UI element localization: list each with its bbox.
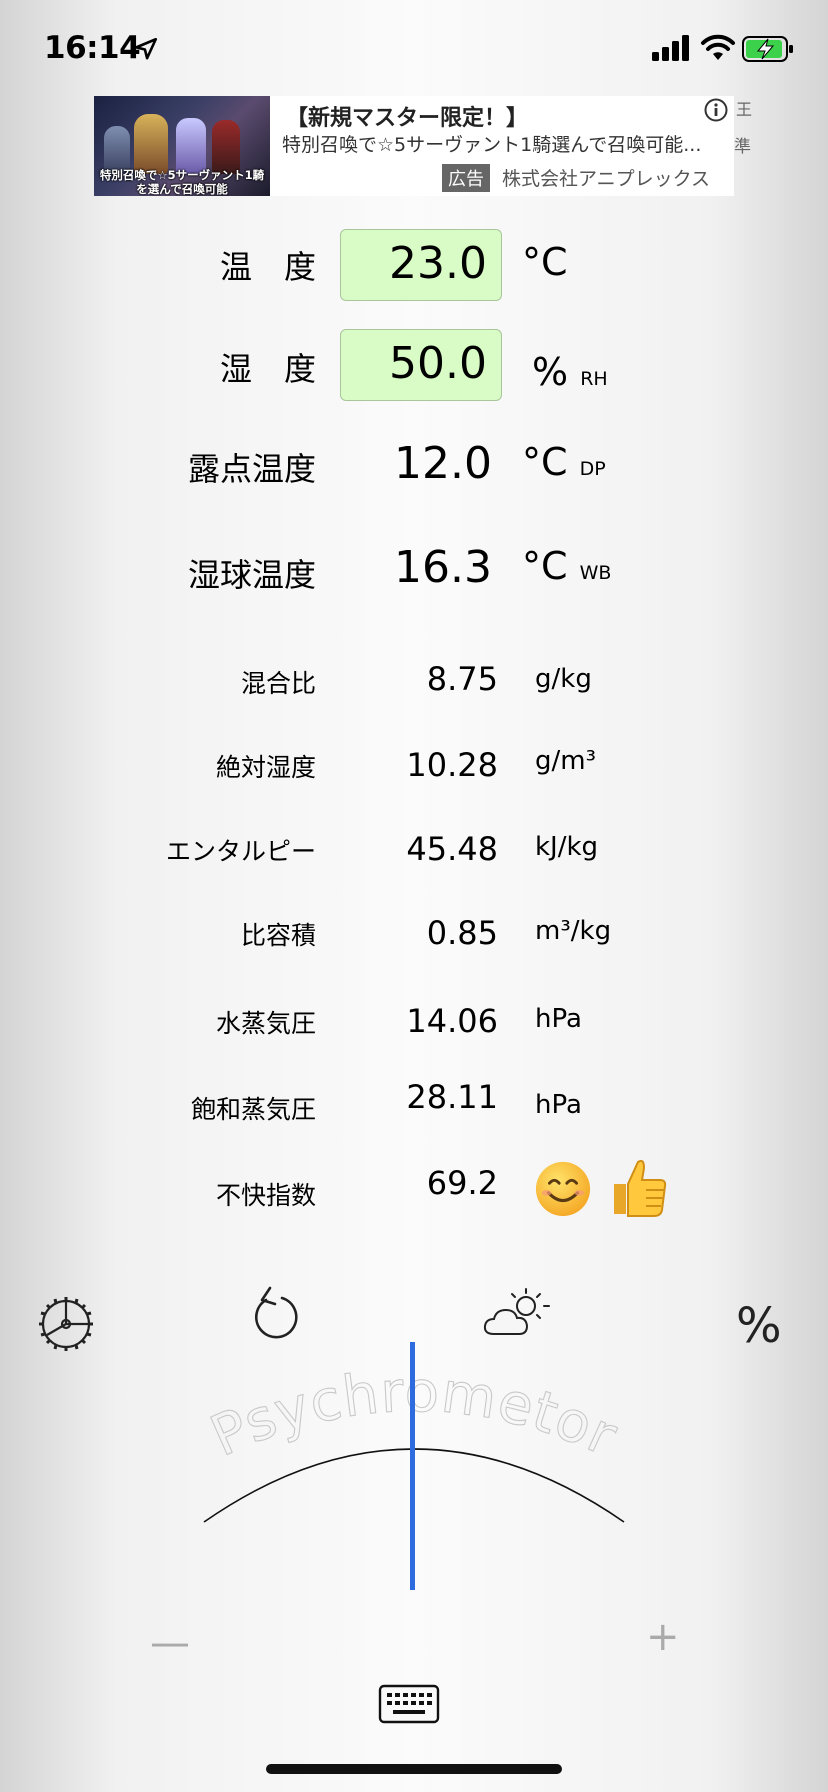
battery-charging-icon [742, 36, 793, 62]
saturation-vapor-pressure-value: 28.11 [406, 1078, 498, 1116]
wet-bulb-unit-sub: WB [579, 562, 612, 584]
dew-point-unit-symbol: °C [522, 440, 568, 484]
saturation-vapor-pressure-unit: hPa [535, 1090, 582, 1120]
ad-description[interactable]: 特別召喚で☆5サーヴァント1騎選んで召喚可能... [282, 130, 722, 157]
status-time: 16:14 [44, 30, 141, 66]
percent-button[interactable]: % [736, 1298, 782, 1354]
ad-title[interactable]: 【新規マスター限定！】 [286, 100, 528, 132]
humidity-unit: % RH [532, 350, 608, 394]
signal-icon [652, 35, 689, 61]
specific-volume-unit: m³/kg [535, 916, 612, 946]
mixing-ratio-label: 混合比 [240, 669, 316, 698]
gear-icon[interactable] [36, 1294, 96, 1354]
side-text-2: 準 [734, 137, 751, 157]
humidity-value[interactable]: 50.0 [389, 338, 487, 389]
ad-image[interactable]: 特別召喚で☆5サーヴァント1騎を選んで召喚可能 [94, 96, 270, 196]
psychrometor-gauge[interactable]: Psychrometor [196, 1340, 632, 1590]
specific-volume-label: 比容積 [240, 921, 316, 950]
ad-tag: 広告 [442, 164, 490, 192]
smile-emoji-icon [535, 1161, 591, 1217]
temperature-label: 温 度 [219, 248, 316, 286]
ad-banner[interactable]: 特別召喚で☆5サーヴァント1騎を選んで召喚可能 【新規マスター限定！】 特別召喚… [94, 96, 734, 196]
enthalpy-value: 45.48 [406, 830, 498, 868]
ad-image-caption: 特別召喚で☆5サーヴァント1騎を選んで召喚可能 [99, 168, 265, 196]
enthalpy-unit: kJ/kg [535, 832, 599, 862]
ad-company: 株式会社アニプレックス [502, 168, 711, 190]
dew-point-label: 露点温度 [187, 450, 316, 488]
wet-bulb-unit-symbol: °C [522, 544, 568, 588]
location-arrow-icon [134, 37, 158, 60]
humidity-unit-symbol: % [532, 350, 569, 394]
mixing-ratio-value: 8.75 [426, 660, 498, 698]
side-text-1: 王 [736, 100, 753, 119]
undo-icon[interactable] [248, 1284, 302, 1342]
humidity-label: 湿 度 [219, 350, 316, 388]
wet-bulb-label: 湿球温度 [187, 556, 316, 594]
absolute-humidity-value: 10.28 [406, 746, 498, 784]
temperature-unit: °C [522, 240, 568, 284]
enthalpy-label: エンタルピー [165, 837, 316, 866]
gauge-needle[interactable] [410, 1342, 415, 1590]
vapor-pressure-unit: hPa [535, 1004, 582, 1034]
dew-point-value: 12.0 [394, 438, 492, 489]
saturation-vapor-pressure-label: 飽和蒸気圧 [190, 1095, 316, 1124]
humidity-input[interactable]: 50.0 [340, 329, 502, 401]
info-icon[interactable] [704, 98, 728, 122]
wet-bulb-value: 16.3 [394, 542, 492, 593]
temperature-input[interactable]: 23.0 [340, 229, 502, 301]
specific-volume-value: 0.85 [426, 914, 498, 952]
discomfort-index-label: 不快指数 [215, 1181, 316, 1210]
keyboard-icon[interactable] [378, 1684, 440, 1724]
absolute-humidity-unit: g/m³ [535, 746, 597, 776]
home-indicator[interactable] [266, 1764, 562, 1774]
discomfort-index-value: 69.2 [426, 1164, 498, 1202]
dew-point-unit: °C DP [522, 440, 606, 484]
wet-bulb-unit: °C WB [522, 544, 611, 588]
vapor-pressure-value: 14.06 [406, 1002, 498, 1040]
decrement-button[interactable]: — [150, 1620, 190, 1666]
absolute-humidity-label: 絶対湿度 [215, 753, 316, 782]
increment-button[interactable]: + [646, 1614, 680, 1660]
weather-icon[interactable] [482, 1286, 552, 1340]
thumbs-up-emoji-icon [614, 1159, 667, 1217]
wifi-icon [701, 34, 735, 60]
humidity-unit-sub: RH [580, 368, 608, 390]
dew-point-unit-sub: DP [579, 458, 606, 480]
temperature-value[interactable]: 23.0 [389, 238, 487, 289]
mixing-ratio-unit: g/kg [535, 664, 592, 694]
vapor-pressure-label: 水蒸気圧 [215, 1009, 316, 1038]
